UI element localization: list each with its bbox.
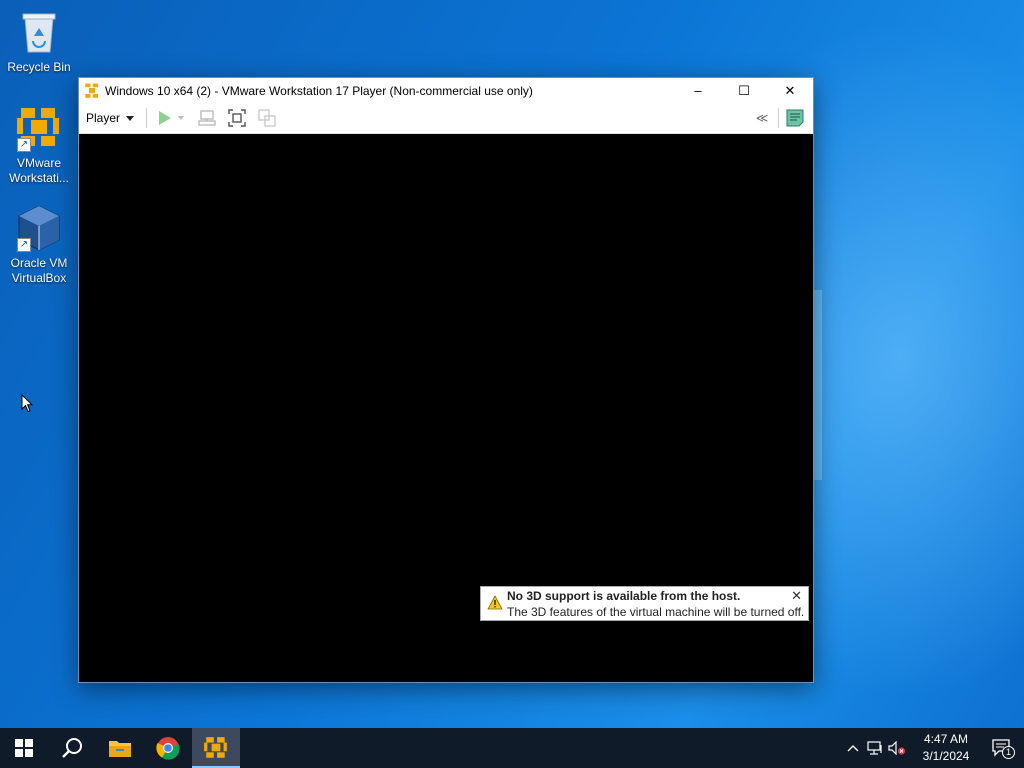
minimize-button[interactable]: –	[675, 78, 721, 103]
warning-icon	[487, 595, 503, 614]
network-button[interactable]	[864, 728, 886, 768]
message-log-button[interactable]	[783, 106, 807, 130]
vmware-taskbar-button[interactable]	[192, 728, 240, 768]
play-icon	[159, 111, 185, 125]
unity-icon	[258, 109, 276, 127]
keyboard-network-icon	[198, 110, 216, 126]
vmware-app-icon	[83, 82, 101, 100]
notification-close-button[interactable]: ✕	[791, 588, 802, 603]
virtualbox-icon: ↗	[15, 204, 63, 252]
file-explorer-button[interactable]	[96, 728, 144, 768]
vmware-icon: ↗	[15, 104, 63, 152]
vmware-icon	[204, 737, 227, 758]
taskbar: 4:47 AM 3/1/2024 1	[0, 728, 1024, 768]
chevron-up-icon	[847, 745, 859, 752]
notification-body: The 3D features of the virtual machine w…	[507, 605, 805, 619]
window-titlebar[interactable]: Windows 10 x64 (2) - VMware Workstation …	[79, 78, 813, 103]
toolbar-divider	[146, 108, 148, 128]
system-tray: 4:47 AM 3/1/2024 1	[842, 728, 1024, 768]
desktop-icon-virtualbox[interactable]: ↗ Oracle VM VirtualBox	[3, 204, 75, 286]
collapse-toolbar-button[interactable]: ≪	[750, 106, 774, 130]
chevron-down-icon	[126, 115, 135, 121]
shortcut-arrow-icon: ↗	[17, 138, 31, 152]
windows-logo-icon	[15, 739, 33, 757]
folder-icon	[109, 741, 131, 757]
full-screen-button[interactable]	[225, 106, 249, 130]
desktop-icon-label: Oracle VM VirtualBox	[10, 256, 68, 285]
clock-time: 4:47 AM	[923, 732, 969, 746]
shortcut-arrow-icon: ↗	[17, 238, 31, 252]
fullscreen-icon	[228, 109, 246, 127]
window-title: Windows 10 x64 (2) - VMware Workstation …	[105, 83, 533, 98]
player-menu-label: Player	[86, 111, 121, 125]
double-chevron-left-icon: ≪	[755, 111, 769, 125]
volume-button[interactable]	[886, 728, 908, 768]
maximize-button[interactable]: ☐	[721, 78, 767, 103]
desktop-icon-recycle-bin[interactable]: Recycle Bin	[3, 8, 75, 75]
desktop-icon-label: Recycle Bin	[7, 60, 71, 74]
unity-button[interactable]	[255, 106, 279, 130]
power-on-button[interactable]	[155, 106, 189, 130]
player-menu-button[interactable]: Player	[86, 106, 138, 130]
desktop-icon-vmware[interactable]: ↗ VMware Workstati...	[3, 104, 75, 186]
toolbar-divider	[778, 108, 779, 128]
notification-title: No 3D support is available from the host…	[507, 589, 741, 603]
send-ctrl-alt-del-button[interactable]	[195, 106, 219, 130]
show-hidden-icons-button[interactable]	[842, 728, 864, 768]
chrome-icon	[156, 737, 180, 760]
recycle-bin-icon	[15, 8, 63, 56]
close-button[interactable]: ✕	[767, 78, 813, 103]
network-icon	[867, 741, 882, 755]
clock-date: 3/1/2024	[922, 749, 970, 763]
search-button[interactable]	[48, 728, 96, 768]
taskbar-clock[interactable]: 4:47 AM 3/1/2024	[912, 731, 980, 765]
chrome-button[interactable]	[144, 728, 192, 768]
start-button[interactable]	[0, 728, 48, 768]
desktop-icon-label: VMware Workstati...	[9, 156, 69, 185]
message-log-icon	[786, 109, 804, 127]
mouse-cursor-icon	[21, 393, 34, 418]
vmware-player-window[interactable]: Windows 10 x64 (2) - VMware Workstation …	[78, 77, 814, 683]
search-icon	[62, 738, 82, 758]
player-toolbar: Player ≪	[79, 103, 813, 134]
desktop-light-beam	[814, 290, 822, 480]
notification-count-badge: 1	[1002, 746, 1015, 759]
volume-muted-icon	[888, 741, 906, 755]
no-3d-support-notification: No 3D support is available from the host…	[480, 586, 809, 621]
action-center-button[interactable]: 1	[980, 728, 1024, 768]
